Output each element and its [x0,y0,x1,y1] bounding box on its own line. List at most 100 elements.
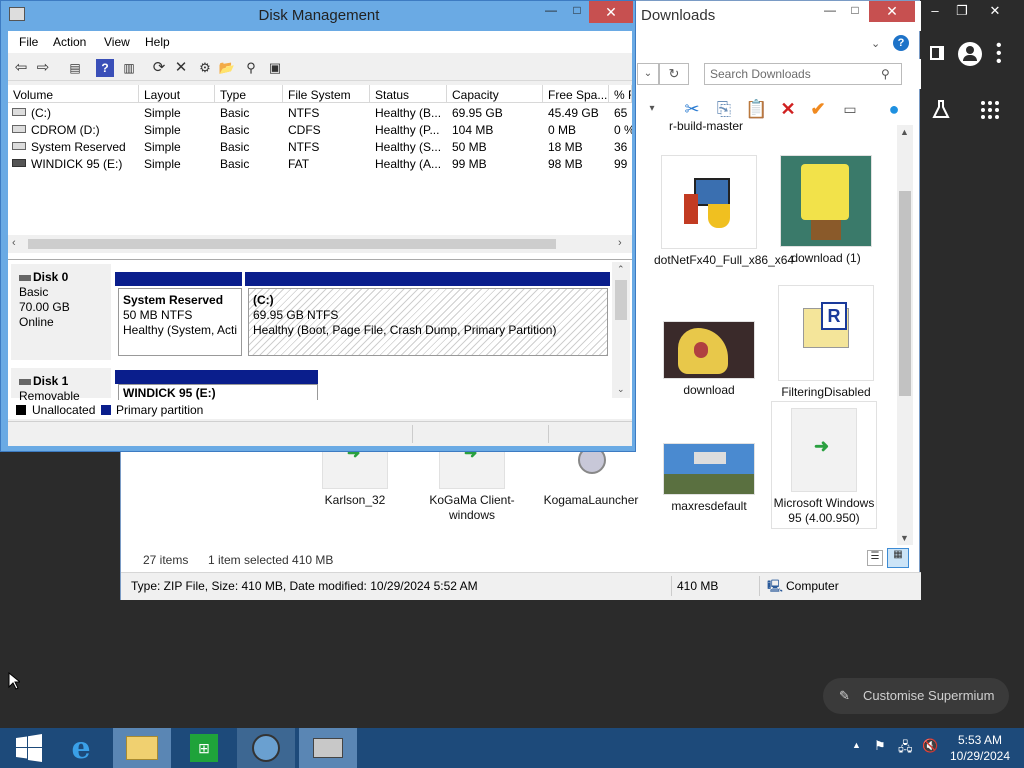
file-item[interactable]: download [654,321,764,398]
file-item[interactable]: ➜ Microsoft Windows 95 (4.00.950) [771,401,877,529]
file-item[interactable]: maxresdefault [654,443,764,514]
search-disk-icon[interactable]: ⚲ [242,59,260,77]
table-row[interactable]: (C:) Simple Basic NTFS Healthy (B... 69.… [8,104,632,121]
profile-icon[interactable] [958,42,982,66]
partition-c[interactable]: (C:) 69.95 GB NTFS Healthy (Boot, Page F… [248,288,608,356]
network-icon[interactable]: 🖧 [898,738,913,760]
cell-volume: WINDICK 95 (E:) [31,157,123,171]
disk-1-label[interactable]: Disk 1 Removable [11,368,111,403]
rescan-disks-icon[interactable]: ▣ [266,59,284,77]
table-row[interactable]: WINDICK 95 (E:) Simple Basic FAT Healthy… [8,155,632,172]
globe-icon[interactable]: ● [883,98,905,120]
col-free-space[interactable]: Free Spa... [543,85,609,103]
apps-icon[interactable] [980,100,1000,120]
refresh-icon[interactable]: ↻ [659,63,689,85]
minimize-button[interactable]: — [541,3,561,17]
search-input[interactable]: Search Downloads [704,63,902,85]
help-icon[interactable]: ? [96,59,114,77]
scroll-down-icon[interactable]: ▼ [900,533,909,543]
partition-system-reserved[interactable]: System Reserved 50 MB NTFS Healthy (Syst… [118,288,242,356]
file-item[interactable]: ➜ Karlson_32 [300,439,410,508]
table-row[interactable]: System Reserved Simple Basic NTFS Health… [8,138,632,155]
file-item[interactable]: dotNetFx40_Full_x86_x64 [654,155,794,268]
table-row[interactable]: CDROM (D:) Simple Basic CDFS Healthy (P.… [8,121,632,138]
labs-icon[interactable] [930,98,952,120]
menu-file[interactable]: File [19,35,38,49]
address-dropdown-icon[interactable]: ⌄ [637,63,659,85]
browser-maximize-button[interactable]: ❐ [947,0,977,22]
settings-icon[interactable]: ⚙ [196,59,214,77]
disk-graphical-view: Disk 0 Basic 70.00 GB Online System Rese… [8,259,632,417]
rename-icon[interactable]: ▭ [839,98,861,120]
close-button[interactable]: ✕ [589,1,633,23]
cut-icon[interactable]: ✂ [681,98,703,120]
forward-icon[interactable]: ⇨ [34,59,52,77]
partition-title: System Reserved [123,293,224,307]
image-thumbnail [663,321,755,379]
help-icon[interactable]: ? [893,35,909,51]
partition-e[interactable]: WINDICK 95 (E:) [118,384,318,400]
explorer-close-button[interactable]: ✕ [869,1,915,22]
start-button[interactable] [0,728,58,768]
customise-button[interactable]: ✎ Customise Supermium [823,678,1009,714]
show-hide-tree-icon[interactable]: ▤ [66,59,84,77]
back-icon[interactable]: ⇦ [12,59,30,77]
col-status[interactable]: Status [370,85,447,103]
disk-management-taskbar-icon[interactable] [299,728,357,768]
browser-menu-icon[interactable]: • • • [996,38,1002,70]
explorer-scrollbar-thumb[interactable] [899,191,911,396]
clock[interactable]: 5:53 AM 10/29/2024 [940,732,1020,764]
explorer-maximize-button[interactable]: □ [843,3,867,17]
file-explorer-icon[interactable] [113,728,171,768]
horizontal-scrollbar[interactable]: ‹ › [8,235,632,253]
paste-icon[interactable]: 📋 [745,98,767,120]
action-center-flag-icon[interactable]: ⚑ [874,738,886,754]
file-label: Microsoft Windows 95 (4.00.950) [773,496,875,525]
explorer-minimize-button[interactable]: — [818,3,842,17]
scroll-left-icon[interactable]: ‹ [12,237,16,249]
checkmark-icon[interactable]: ✔ [807,98,829,120]
show-hidden-icons[interactable]: ▲ [852,740,861,750]
col-type[interactable]: Type [215,85,283,103]
delete-icon[interactable]: ✕ [172,59,190,77]
col-capacity[interactable]: Capacity [447,85,543,103]
ribbon-expand-icon[interactable]: ⌄ [871,37,880,50]
sidebar-icon[interactable] [930,46,944,60]
maximize-button[interactable]: □ [567,3,587,17]
disk-0-label[interactable]: Disk 0 Basic 70.00 GB Online [11,264,111,360]
menu-action[interactable]: Action [53,35,86,49]
large-icons-view-icon[interactable]: ▦ [887,548,909,568]
col-volume[interactable]: Volume [8,85,139,103]
browser-close-button[interactable]: ✕ [980,0,1010,22]
properties-icon[interactable]: ▥ [120,59,138,77]
scrollbar-thumb[interactable] [28,239,556,249]
file-item-partial[interactable]: r-build-master [669,119,769,133]
graph-scrollbar-thumb[interactable] [615,280,627,320]
refresh-icon[interactable]: ⟳ [150,59,168,77]
details-view-icon[interactable]: ☰ [867,550,883,566]
toolbar-dropdown-icon[interactable]: ▾ [641,98,663,120]
browser-minimize-button[interactable]: – [920,0,950,22]
graph-scrollbar[interactable]: ⌃ ⌄ [612,262,630,398]
col-percent-free[interactable]: % F [609,85,632,103]
browser-taskbar-icon[interactable] [237,728,295,768]
file-item[interactable]: download (1) [771,155,881,266]
open-folder-icon[interactable]: 📂 [218,59,236,77]
col-filesystem[interactable]: File System [283,85,370,103]
col-layout[interactable]: Layout [139,85,215,103]
delete-icon[interactable]: ✕ [777,98,799,120]
copy-icon[interactable]: ⎘ [713,98,735,120]
cell-percent: 65 [614,106,628,120]
volume-muted-icon[interactable]: 🔇 [922,738,938,754]
file-item[interactable]: ➜ KoGaMa Client-windows [417,439,527,523]
scroll-right-icon[interactable]: › [618,237,622,249]
menu-help[interactable]: Help [145,35,170,49]
file-item[interactable]: KogamaLauncher [536,439,646,508]
windows-logo-icon [16,734,42,762]
partition-header [245,272,610,286]
internet-explorer-icon[interactable]: e [52,728,110,768]
scroll-up-icon[interactable]: ▲ [900,127,909,137]
store-icon[interactable]: ⊞ [175,728,233,768]
file-item[interactable]: R FilteringDisabled [771,285,881,400]
menu-view[interactable]: View [104,35,130,49]
